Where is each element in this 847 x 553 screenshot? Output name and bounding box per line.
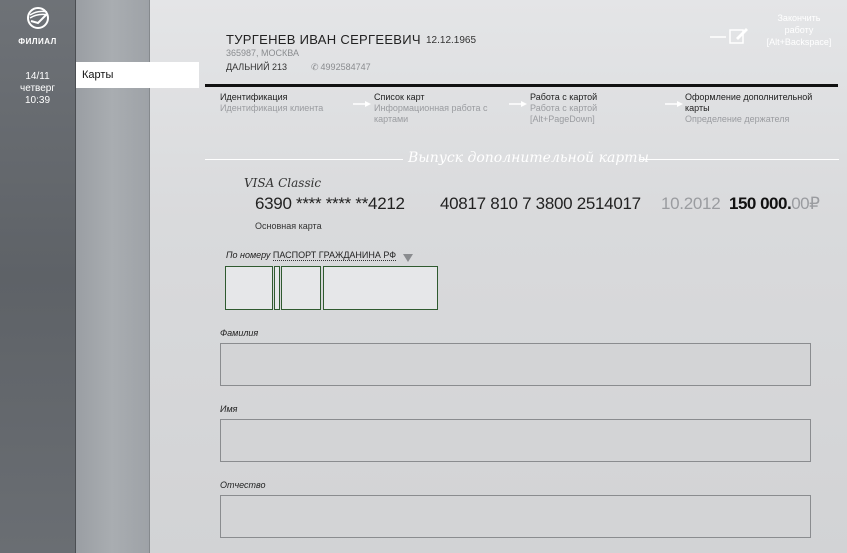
passport-number-input[interactable] — [323, 266, 438, 310]
step-sub2: картами — [374, 114, 409, 124]
card-type: VISA Classic — [244, 176, 322, 190]
arrow-right-icon — [665, 94, 683, 112]
doc-type[interactable]: ПАСПОРТ ГРАЖДАНИНА РФ — [272, 250, 397, 261]
patronymic-label: Отчество — [220, 480, 266, 490]
patronymic-field[interactable] — [220, 495, 811, 538]
section-title: Выпуск дополнительной карты — [408, 150, 649, 166]
balance-int: 150 000. — [729, 194, 792, 213]
logo-text: ФИЛИАЛ — [18, 37, 57, 46]
balance-dec: 00 — [791, 194, 810, 213]
left-rail: ФИЛИАЛ 14/11 четверг 10:39 — [0, 0, 76, 553]
weekday: четверг — [20, 83, 55, 94]
step-sub: Определение держателя — [685, 114, 790, 124]
client-office: ДАЛЬНИЙ 213 — [226, 62, 288, 72]
header-divider — [205, 84, 838, 87]
client-dob: 12.12.1965 — [426, 35, 477, 46]
section-rule-right — [640, 159, 839, 160]
card-kind: Основная карта — [255, 221, 322, 231]
finish-line1: Закончить — [777, 13, 821, 23]
step-title: Оформление дополнительной — [685, 92, 813, 102]
triangle-down-icon[interactable] — [403, 249, 413, 267]
step-sub: Работа с картой — [530, 103, 598, 113]
arrow-right-icon — [509, 94, 527, 112]
step-title: Список карт — [374, 92, 425, 102]
step-title: Работа с картой — [530, 92, 598, 102]
card-expiry: 10.2012 — [661, 194, 721, 213]
step-identification[interactable]: Идентификация Идентификация клиента — [220, 92, 323, 114]
pen-icon[interactable] — [710, 26, 750, 51]
client-phone: ✆ 4992584747 — [311, 62, 371, 73]
finish-work-button[interactable]: Закончить работу [Alt+Backspace] — [760, 12, 838, 48]
time: 10:39 — [24, 95, 51, 106]
passport-series-2-input[interactable] — [281, 266, 321, 310]
card-account: 40817 810 7 3800 2514017 — [440, 194, 641, 213]
step-sub2: [Alt+PageDown] — [530, 114, 595, 124]
first-name-field[interactable] — [220, 419, 811, 462]
card-balance: 150 000.00₽ — [729, 194, 820, 214]
passport-series-1-input[interactable] — [225, 266, 273, 310]
document-selector[interactable]: По номеру ПАСПОРТ ГРАЖДАНИНА РФ — [226, 250, 397, 261]
arrow-right-icon — [353, 94, 371, 112]
card-number: 6390 **** **** **4212 — [255, 194, 405, 213]
step-additional-card[interactable]: Оформление дополнительной карты Определе… — [685, 92, 812, 125]
phone-number: 4992584747 — [320, 62, 371, 72]
step-sub: Идентификация клиента — [220, 103, 324, 113]
finish-hotkey: [Alt+Backspace] — [766, 37, 832, 47]
doc-label-prefix: По номеру — [226, 250, 271, 260]
last-name-field[interactable] — [220, 343, 811, 386]
phone-icon: ✆ — [311, 62, 319, 72]
bank-logo-icon — [0, 6, 75, 35]
currency: ₽ — [809, 194, 820, 213]
first-name-label: Имя — [220, 404, 238, 414]
date: 14/11 — [25, 71, 50, 82]
section-rule-left — [205, 159, 403, 160]
finish-line2: работу — [784, 25, 814, 35]
step-title2: карты — [685, 103, 710, 113]
step-sub: Информационная работа с — [374, 103, 488, 113]
last-name-label: Фамилия — [220, 328, 259, 338]
client-name: ТУРГЕНЕВ ИВАН СЕРГЕЕВИЧ — [226, 32, 421, 47]
step-card-work[interactable]: Работа с картой Работа с картой [Alt+Pag… — [530, 92, 597, 125]
passport-separator — [274, 266, 280, 310]
step-card-list[interactable]: Список карт Информационная работа с карт… — [374, 92, 488, 125]
date-time: 14/11 четверг 10:39 — [0, 71, 75, 107]
nav-item-cards[interactable]: Карты — [76, 62, 199, 88]
client-address: 365987, МОСКВА — [226, 48, 299, 58]
step-title: Идентификация — [220, 92, 288, 102]
